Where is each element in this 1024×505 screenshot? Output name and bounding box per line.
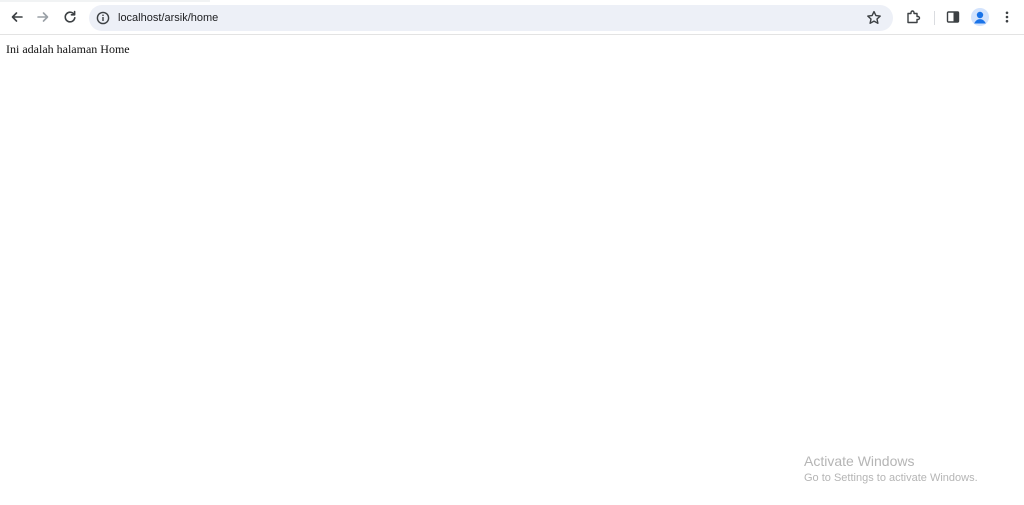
forward-button[interactable] [31, 5, 55, 29]
tab-strip-edge [0, 0, 210, 2]
info-circle-icon[interactable] [95, 10, 111, 26]
profile-icon [974, 11, 986, 24]
puzzle-icon [907, 10, 921, 24]
star-icon[interactable] [865, 9, 883, 27]
address-bar[interactable]: localhost/arsik/home [89, 5, 893, 31]
arrow-left-icon [11, 12, 23, 22]
side-panel-icon [946, 11, 960, 23]
reload-icon [64, 10, 76, 23]
activate-windows-watermark: Activate Windows Go to Settings to activ… [804, 452, 978, 485]
kebab-menu-icon [1005, 11, 1009, 23]
extensions-button[interactable] [901, 5, 925, 29]
page-body-text: Ini adalah halaman Home [6, 42, 130, 56]
reload-button[interactable] [58, 5, 82, 29]
profile-button[interactable] [971, 8, 989, 26]
watermark-subtitle: Go to Settings to activate Windows. [804, 472, 978, 484]
back-button[interactable] [5, 5, 29, 29]
arrow-right-icon [37, 12, 49, 22]
menu-button[interactable] [995, 5, 1019, 29]
side-panel-button[interactable] [941, 5, 965, 29]
browser-toolbar: localhost/arsik/home [0, 0, 1024, 35]
watermark-title: Activate Windows [804, 453, 915, 469]
url-text[interactable]: localhost/arsik/home [118, 10, 218, 26]
toolbar-divider [934, 11, 935, 25]
